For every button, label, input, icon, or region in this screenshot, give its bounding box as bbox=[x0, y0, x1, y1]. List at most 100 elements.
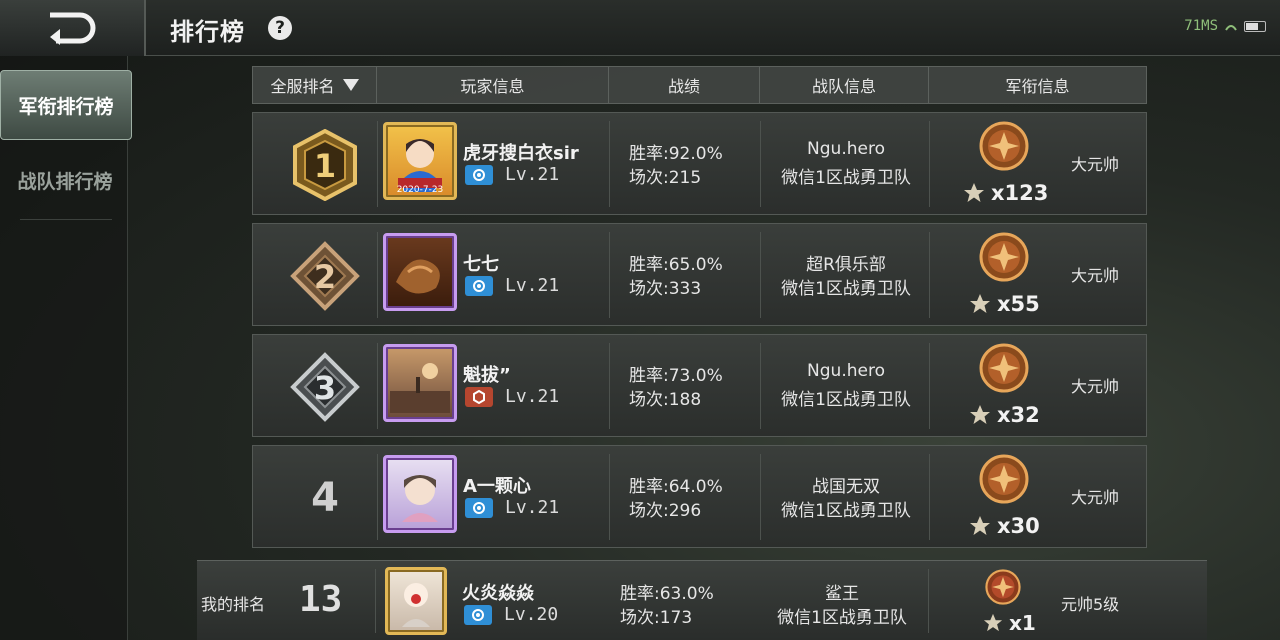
back-button[interactable] bbox=[0, 0, 146, 56]
medal-icon bbox=[979, 454, 1029, 504]
battery-icon bbox=[1244, 20, 1266, 32]
team-name: Ngu.hero bbox=[807, 139, 885, 159]
player-level: Lv.21 bbox=[505, 164, 560, 185]
star-count: x55 bbox=[969, 292, 1040, 316]
sidebar-divider bbox=[20, 219, 112, 220]
star-icon bbox=[964, 183, 984, 202]
help-button[interactable]: ? bbox=[268, 16, 292, 40]
player-level: Lv.21 bbox=[505, 275, 560, 296]
star-icon bbox=[970, 516, 990, 535]
star-count-value: x30 bbox=[997, 514, 1040, 538]
rank-2-badge-icon: 2 bbox=[287, 238, 363, 314]
avatar-portrait-icon bbox=[402, 583, 430, 627]
back-arrow-icon bbox=[50, 12, 96, 45]
signal-text: 71MS bbox=[1184, 18, 1218, 34]
server-badge-icon bbox=[465, 276, 493, 296]
player-level: Lv.20 bbox=[504, 604, 559, 625]
military-rank: 元帅5级 bbox=[1061, 595, 1120, 614]
my-rank-row[interactable]: 我的排名 13 火炎焱焱 Lv.20 胜率:63.0% 场次:173 鲨王 微信… bbox=[197, 560, 1207, 640]
avatar-dragon-icon bbox=[396, 259, 440, 294]
medal-icon bbox=[979, 121, 1029, 171]
rank-3-badge-icon: 3 bbox=[287, 349, 363, 425]
avatar[interactable] bbox=[383, 455, 457, 533]
rank-number: 3 bbox=[314, 369, 336, 407]
star-count: x32 bbox=[969, 403, 1040, 427]
star-count-value: x55 bbox=[997, 292, 1040, 316]
star-count-value: x123 bbox=[991, 181, 1049, 205]
avatar[interactable] bbox=[383, 233, 457, 311]
player-name: 七七 bbox=[463, 254, 499, 275]
team-name: 鲨王 bbox=[825, 584, 859, 604]
star-count-value: x32 bbox=[997, 403, 1040, 427]
star-icon bbox=[983, 613, 1003, 632]
sort-dropdown[interactable]: 全服排名 bbox=[253, 67, 377, 103]
col-team: 战队信息 bbox=[760, 67, 929, 103]
wifi-icon bbox=[1225, 25, 1237, 31]
match-count: 场次:296 bbox=[629, 501, 702, 521]
star-icon bbox=[970, 405, 990, 424]
team-name: 战国无双 bbox=[812, 477, 880, 497]
sort-caret-icon bbox=[342, 79, 359, 91]
military-rank: 大元帅 bbox=[1071, 155, 1120, 174]
star-icon bbox=[970, 294, 990, 313]
military-rank: 大元帅 bbox=[1071, 377, 1120, 396]
table-row[interactable]: 1 2020-7-23 虎牙搜白衣sir Lv.21 胜率:92.0% 场次:2… bbox=[252, 112, 1147, 215]
win-rate: 胜率:64.0% bbox=[629, 477, 723, 497]
my-rank-number: 13 bbox=[299, 579, 343, 620]
sidebar: 军衔排行榜 战队排行榜 bbox=[0, 56, 132, 640]
star-count: x30 bbox=[969, 514, 1040, 538]
medal-icon bbox=[985, 569, 1021, 605]
player-level: Lv.21 bbox=[505, 497, 560, 518]
player-name: 魁拔” bbox=[463, 365, 511, 386]
sidebar-item-rank-leaderboard[interactable]: 军衔排行榜 bbox=[0, 70, 132, 140]
match-count: 场次:215 bbox=[629, 168, 702, 188]
star-count: x1 bbox=[983, 611, 1036, 635]
win-rate: 胜率:65.0% bbox=[629, 255, 723, 275]
server-badge-icon bbox=[465, 498, 493, 518]
avatar-portrait-icon bbox=[398, 139, 442, 192]
server-badge-icon bbox=[464, 605, 492, 625]
col-rank: 全服排名 bbox=[270, 77, 335, 96]
top-bar: 排行榜 ? 71MS bbox=[0, 0, 1280, 56]
team-server: 微信1区战勇卫队 bbox=[781, 390, 911, 410]
military-rank: 大元帅 bbox=[1071, 266, 1120, 285]
win-rate: 胜率:63.0% bbox=[620, 584, 714, 604]
avatar-portrait-icon bbox=[402, 475, 438, 522]
military-rank: 大元帅 bbox=[1071, 488, 1120, 507]
my-rank-label: 我的排名 bbox=[201, 595, 266, 614]
rank-number: 2 bbox=[314, 258, 336, 296]
win-rate: 胜率:73.0% bbox=[629, 366, 723, 386]
avatar-landscape-icon bbox=[390, 363, 450, 413]
table-row[interactable]: 4 A一颗心 Lv.21 胜率:64.0% 场次:296 战国无双 微信1区战勇… bbox=[252, 445, 1147, 548]
team-name: Ngu.hero bbox=[807, 361, 885, 381]
team-name: 超R俱乐部 bbox=[806, 255, 886, 275]
table-row[interactable]: 2 七七 Lv.21 胜率:65.0% 场次:333 超R俱乐部 微信1区战勇卫… bbox=[252, 223, 1147, 326]
medal-icon bbox=[979, 343, 1029, 393]
avatar-date: 2020-7-23 bbox=[396, 185, 444, 195]
server-badge-icon bbox=[465, 165, 493, 185]
rank-number: 1 bbox=[314, 147, 336, 185]
match-count: 场次:188 bbox=[629, 390, 702, 410]
page-title: 排行榜 bbox=[170, 18, 245, 46]
win-rate: 胜率:92.0% bbox=[629, 144, 723, 164]
table-header: 全服排名 玩家信息 战绩 战队信息 军衔信息 bbox=[252, 66, 1147, 104]
match-count: 场次:333 bbox=[629, 279, 702, 299]
avatar[interactable]: 2020-7-23 bbox=[383, 122, 457, 200]
server-badge-icon bbox=[465, 387, 493, 407]
team-server: 微信1区战勇卫队 bbox=[781, 279, 911, 299]
table-row[interactable]: 3 魁拔” Lv.21 胜率:73.0% 场次:188 Ngu.hero 微信1… bbox=[252, 334, 1147, 437]
star-count-value: x1 bbox=[1009, 611, 1036, 635]
match-count: 场次:173 bbox=[620, 608, 693, 628]
sidebar-item-team-leaderboard[interactable]: 战队排行榜 bbox=[0, 144, 130, 216]
player-name: A一颗心 bbox=[463, 476, 531, 497]
col-record: 战绩 bbox=[609, 67, 760, 103]
team-server: 微信1区战勇卫队 bbox=[781, 168, 911, 188]
avatar[interactable] bbox=[383, 344, 457, 422]
col-player: 玩家信息 bbox=[377, 67, 609, 103]
status-area: 71MS bbox=[1184, 18, 1266, 34]
star-count: x123 bbox=[963, 181, 1048, 205]
medal-icon bbox=[979, 232, 1029, 282]
avatar[interactable] bbox=[385, 567, 447, 635]
player-level: Lv.21 bbox=[505, 386, 560, 407]
player-name: 虎牙搜白衣sir bbox=[463, 143, 579, 164]
